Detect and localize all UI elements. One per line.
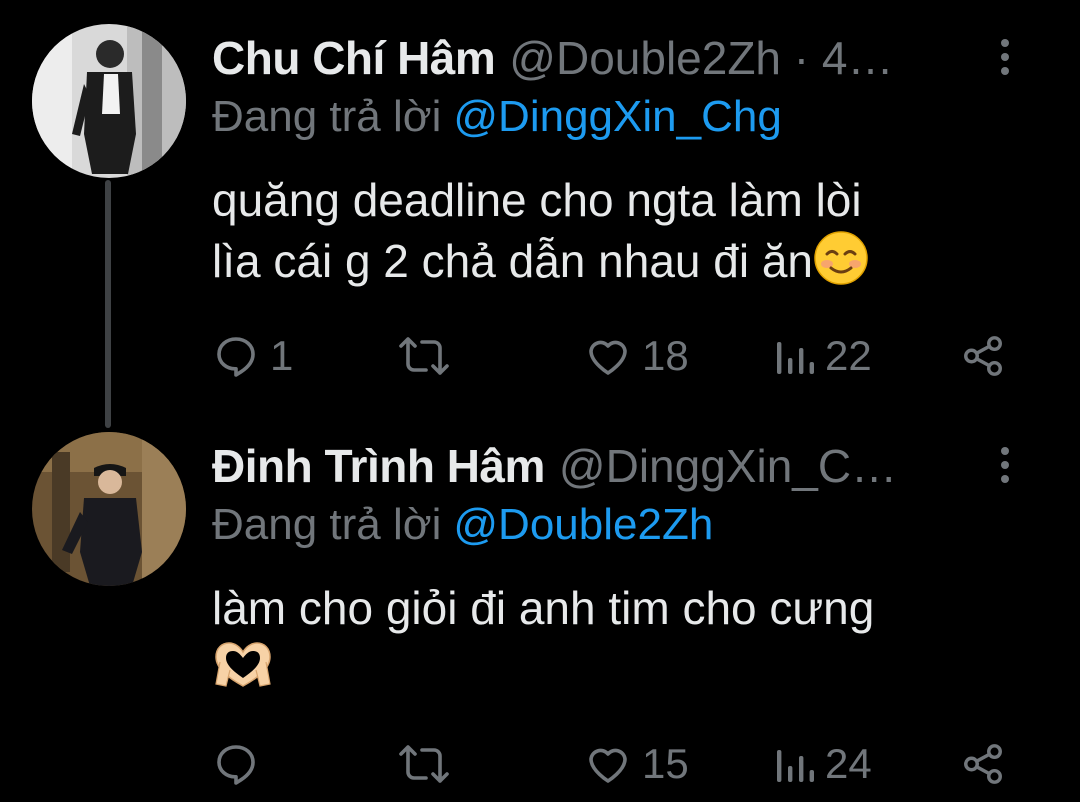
display-name[interactable]: Chu Chí Hâm [212,31,496,85]
tweet-header: Đinh Trình Hâm @DinggXin_C… [212,434,1040,498]
like-button[interactable]: 15 [584,734,689,794]
retweet-button[interactable] [398,326,460,386]
avatar[interactable] [32,432,186,586]
tweet-text-line: quăng deadline cho ngta làm lòi [212,174,862,226]
replying-prefix: Đang trả lời [212,500,442,549]
handle[interactable]: @DinggXin_C… [559,439,897,493]
like-icon [589,340,627,375]
replying-to: Đang trả lời @Double2Zh [212,500,1040,550]
retweet-icon [399,745,449,783]
display-name[interactable]: Đinh Trình Hâm [212,439,545,493]
action-bar: 1 18 22 [212,326,1012,386]
views-count: 24 [825,740,872,787]
more-icon[interactable] [990,32,1020,82]
reply-count: 1 [270,332,294,379]
like-icon [589,748,627,783]
tweet-text: quăng deadline cho ngta làm lòi lìa cái … [212,170,1040,300]
handle[interactable]: @Double2Zh · 4… [509,31,893,85]
avatar[interactable] [32,24,186,178]
tweet-text: làm cho giỏi đi anh tim cho cưng [212,578,1040,704]
like-count: 18 [642,332,689,379]
tweet-text-line: lìa cái g 2 chả dẫn nhau đi ăn [212,235,814,288]
views-icon [777,342,814,374]
reply-icon [217,337,255,377]
share-icon [964,744,1002,784]
thread-line [105,180,111,428]
views-count: 22 [825,332,872,379]
mention-link[interactable]: @Double2Zh [453,500,713,549]
more-icon[interactable] [990,440,1020,490]
tweet-header: Chu Chí Hâm @Double2Zh · 4… [212,26,1040,90]
tweet-text-line: làm cho giỏi đi anh tim cho cưng [212,582,875,634]
retweet-button[interactable] [398,734,460,794]
smiling-face-emoji-icon [813,230,869,300]
views-button[interactable]: 24 [775,734,872,794]
replying-prefix: Đang trả lời [212,92,442,141]
heart-hands-emoji-icon [212,640,274,704]
retweet-icon [399,337,449,375]
share-icon [964,336,1002,376]
replying-to: Đang trả lời @DinggXin_Chg [212,92,1040,142]
share-button[interactable] [960,326,1006,386]
action-bar: 15 24 [212,734,1012,794]
like-count: 15 [642,740,689,787]
views-button[interactable]: 22 [775,326,872,386]
share-button[interactable] [960,734,1006,794]
views-icon [777,750,814,782]
mention-link[interactable]: @DinggXin_Chg [453,92,781,141]
reply-icon [217,745,255,785]
reply-button[interactable]: 1 [212,326,293,386]
reply-button[interactable] [212,734,270,794]
like-button[interactable]: 18 [584,326,689,386]
